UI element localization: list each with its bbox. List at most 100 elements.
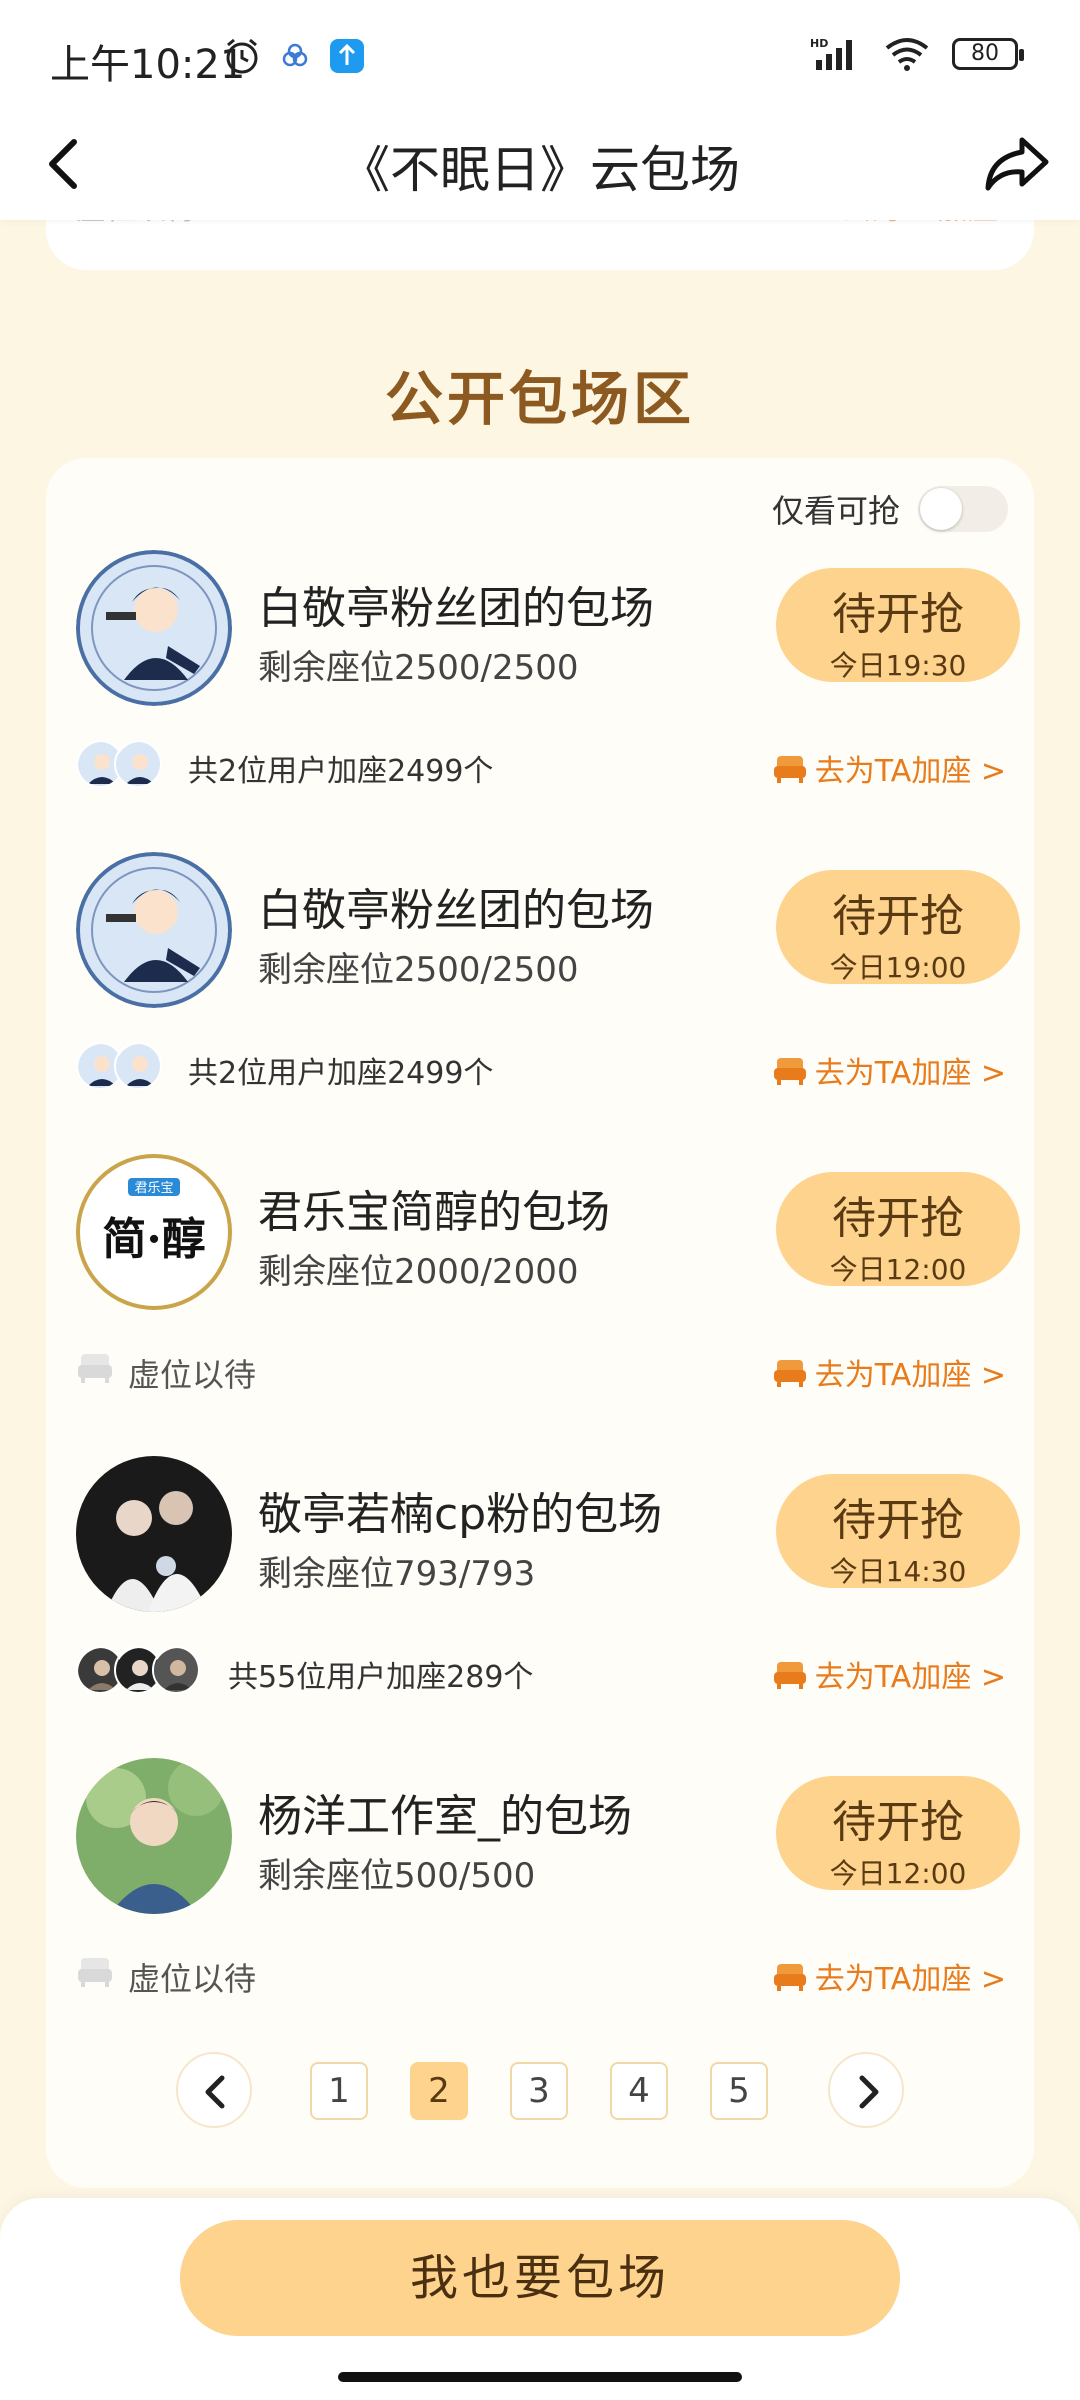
grab-button[interactable]: 待开抢 今日14:30	[776, 1474, 1020, 1588]
join-count-text: 共2位用户加座2499个	[188, 1056, 494, 1091]
user-avatars	[76, 1042, 162, 1090]
page-1[interactable]: 1	[310, 2062, 368, 2120]
add-seat-label: 去为TA加座 >	[814, 1056, 1006, 1091]
status-bar: 上午10:21 HD 80	[0, 0, 1080, 110]
grab-button[interactable]: 待开抢 今日19:00	[776, 870, 1020, 984]
join-count-text: 共55位用户加座289个	[228, 1660, 534, 1695]
logo-text-main: 简·醇	[102, 1214, 205, 1265]
prev-page-button[interactable]	[176, 2052, 252, 2128]
grab-button-label: 待开抢	[832, 891, 964, 942]
user-avatars	[76, 1646, 200, 1694]
sofa-icon	[773, 756, 806, 783]
sofa-icon	[773, 1662, 806, 1689]
chevron-right-icon	[859, 2075, 879, 2109]
logo-text-top: 君乐宝	[134, 1181, 173, 1196]
upload-app-icon	[330, 39, 364, 73]
item-title: 杨洋工作室_的包场	[258, 1791, 632, 1842]
empty-seat-icon	[78, 1958, 112, 1987]
avatar	[76, 1456, 232, 1612]
grab-time: 今日14:30	[829, 1555, 967, 1588]
item-title: 白敬亭粉丝团的包场	[258, 583, 654, 634]
filter-label: 仅看可抢	[771, 492, 900, 530]
section-title: 公开包场区	[384, 365, 695, 433]
item-footer: 共2位用户加座2499个 去为TA加座 >	[76, 740, 1006, 792]
item-seats: 剩余座位2500/2500	[258, 648, 579, 688]
item-footer: 虚位以待 去为TA加座 >	[76, 1948, 1006, 2000]
grab-button-label: 待开抢	[832, 589, 964, 640]
add-seat-label: 去为TA加座 >	[814, 754, 1006, 789]
join-count-text: 共2位用户加座2499个	[188, 754, 494, 789]
home-indicator[interactable]	[338, 2372, 742, 2382]
next-page-button[interactable]	[828, 2052, 904, 2128]
avatar	[76, 550, 232, 706]
nav-bar: 《不眠日》云包场	[0, 110, 1080, 220]
grab-button-label: 待开抢	[832, 1193, 964, 1244]
item-seats: 剩余座位793/793	[258, 1554, 536, 1594]
grab-time: 今日19:30	[829, 649, 967, 682]
alarm-icon	[226, 38, 258, 74]
filter-toggle[interactable]	[918, 486, 1008, 532]
list-item[interactable]: 杨洋工作室_的包场 剩余座位500/500 待开抢 今日12:00 虚位以待 去…	[46, 1758, 1034, 2058]
share-icon[interactable]	[982, 132, 1050, 196]
grab-time: 今日12:00	[829, 1857, 967, 1890]
create-session-button[interactable]: 我也要包场	[180, 2220, 900, 2336]
mini-avatar	[152, 1646, 200, 1694]
svg-text:HD: HD	[810, 37, 828, 50]
page-3[interactable]: 3	[510, 2062, 568, 2120]
pagination: 1 2 3 4 5	[46, 2052, 1034, 2132]
sofa-icon	[773, 1964, 806, 1991]
bottom-bar: 我也要包场	[0, 2198, 1080, 2400]
brand-logo: 君乐宝简·醇	[76, 1154, 232, 1310]
empty-seat-icon	[78, 1354, 112, 1383]
page-5[interactable]: 5	[710, 2062, 768, 2120]
grab-button[interactable]: 待开抢 今日19:30	[776, 568, 1020, 682]
sofa-icon	[773, 1360, 806, 1387]
grab-button[interactable]: 待开抢 今日12:00	[776, 1172, 1020, 1286]
add-seat-link[interactable]: 去为TA加座 >	[773, 1350, 1006, 1394]
mini-avatar	[114, 1042, 162, 1090]
item-title: 白敬亭粉丝团的包场	[258, 885, 654, 936]
waiting-text: 虚位以待	[128, 1960, 257, 1998]
toggle-knob	[920, 488, 962, 530]
cloud-app-icon	[282, 43, 308, 67]
battery-indicator: 80	[952, 38, 1024, 70]
signal-icon: HD	[810, 37, 852, 70]
add-seat-link[interactable]: 去为TA加座 >	[773, 1652, 1006, 1696]
status-icons-left	[222, 36, 366, 76]
public-sessions-card: 仅看可抢 白敬亭粉丝团的包场 剩余座位2500/2500 待开抢 今日19:30…	[46, 458, 1034, 2188]
list-item[interactable]: 君乐宝 简·醇 君乐宝简醇的包场 剩余座位2000/2000 待开抢 今日12:0…	[46, 1154, 1034, 1454]
page-title: 《不眠日》云包场	[340, 141, 740, 199]
page-2[interactable]: 2	[410, 2062, 468, 2120]
list-item[interactable]: 敬亭若楠cp粉的包场 剩余座位793/793 待开抢 今日14:30 共55位用…	[46, 1456, 1034, 1756]
item-footer: 共2位用户加座2499个 去为TA加座 >	[76, 1042, 1006, 1094]
item-seats: 剩余座位500/500	[258, 1856, 536, 1896]
add-seat-link[interactable]: 去为TA加座 >	[773, 1048, 1006, 1092]
page-4[interactable]: 4	[610, 2062, 668, 2120]
item-seats: 剩余座位2500/2500	[258, 950, 579, 990]
user-avatars	[76, 740, 162, 788]
sofa-icon	[773, 1058, 806, 1085]
status-icons-right: HD 80	[810, 36, 1024, 72]
item-footer: 共55位用户加座289个 去为TA加座 >	[76, 1646, 1006, 1698]
grab-time: 今日19:00	[829, 951, 967, 984]
add-seat-link[interactable]: 去为TA加座 >	[773, 1954, 1006, 1998]
grab-time: 今日12:00	[829, 1253, 967, 1286]
item-title: 敬亭若楠cp粉的包场	[258, 1489, 663, 1540]
list-item[interactable]: 白敬亭粉丝团的包场 剩余座位2500/2500 待开抢 今日19:30 共2位用…	[46, 550, 1034, 850]
status-time: 上午10:21	[50, 42, 246, 88]
avatar	[76, 1758, 232, 1914]
add-seat-link[interactable]: 去为TA加座 >	[773, 746, 1006, 790]
add-seat-label: 去为TA加座 >	[814, 1660, 1006, 1695]
item-title: 君乐宝简醇的包场	[258, 1187, 610, 1238]
grab-button-label: 待开抢	[832, 1495, 964, 1546]
avatar	[76, 852, 232, 1008]
filter-available: 仅看可抢	[772, 486, 1008, 532]
list-item[interactable]: 白敬亭粉丝团的包场 剩余座位2500/2500 待开抢 今日19:00 共2位用…	[46, 852, 1034, 1152]
item-footer: 虚位以待 去为TA加座 >	[76, 1344, 1006, 1396]
add-seat-label: 去为TA加座 >	[814, 1962, 1006, 1997]
chevron-left-icon	[205, 2075, 225, 2109]
grab-button[interactable]: 待开抢 今日12:00	[776, 1776, 1020, 1890]
add-seat-label: 去为TA加座 >	[814, 1358, 1006, 1393]
grab-button-label: 待开抢	[832, 1797, 964, 1848]
mini-avatar	[114, 740, 162, 788]
